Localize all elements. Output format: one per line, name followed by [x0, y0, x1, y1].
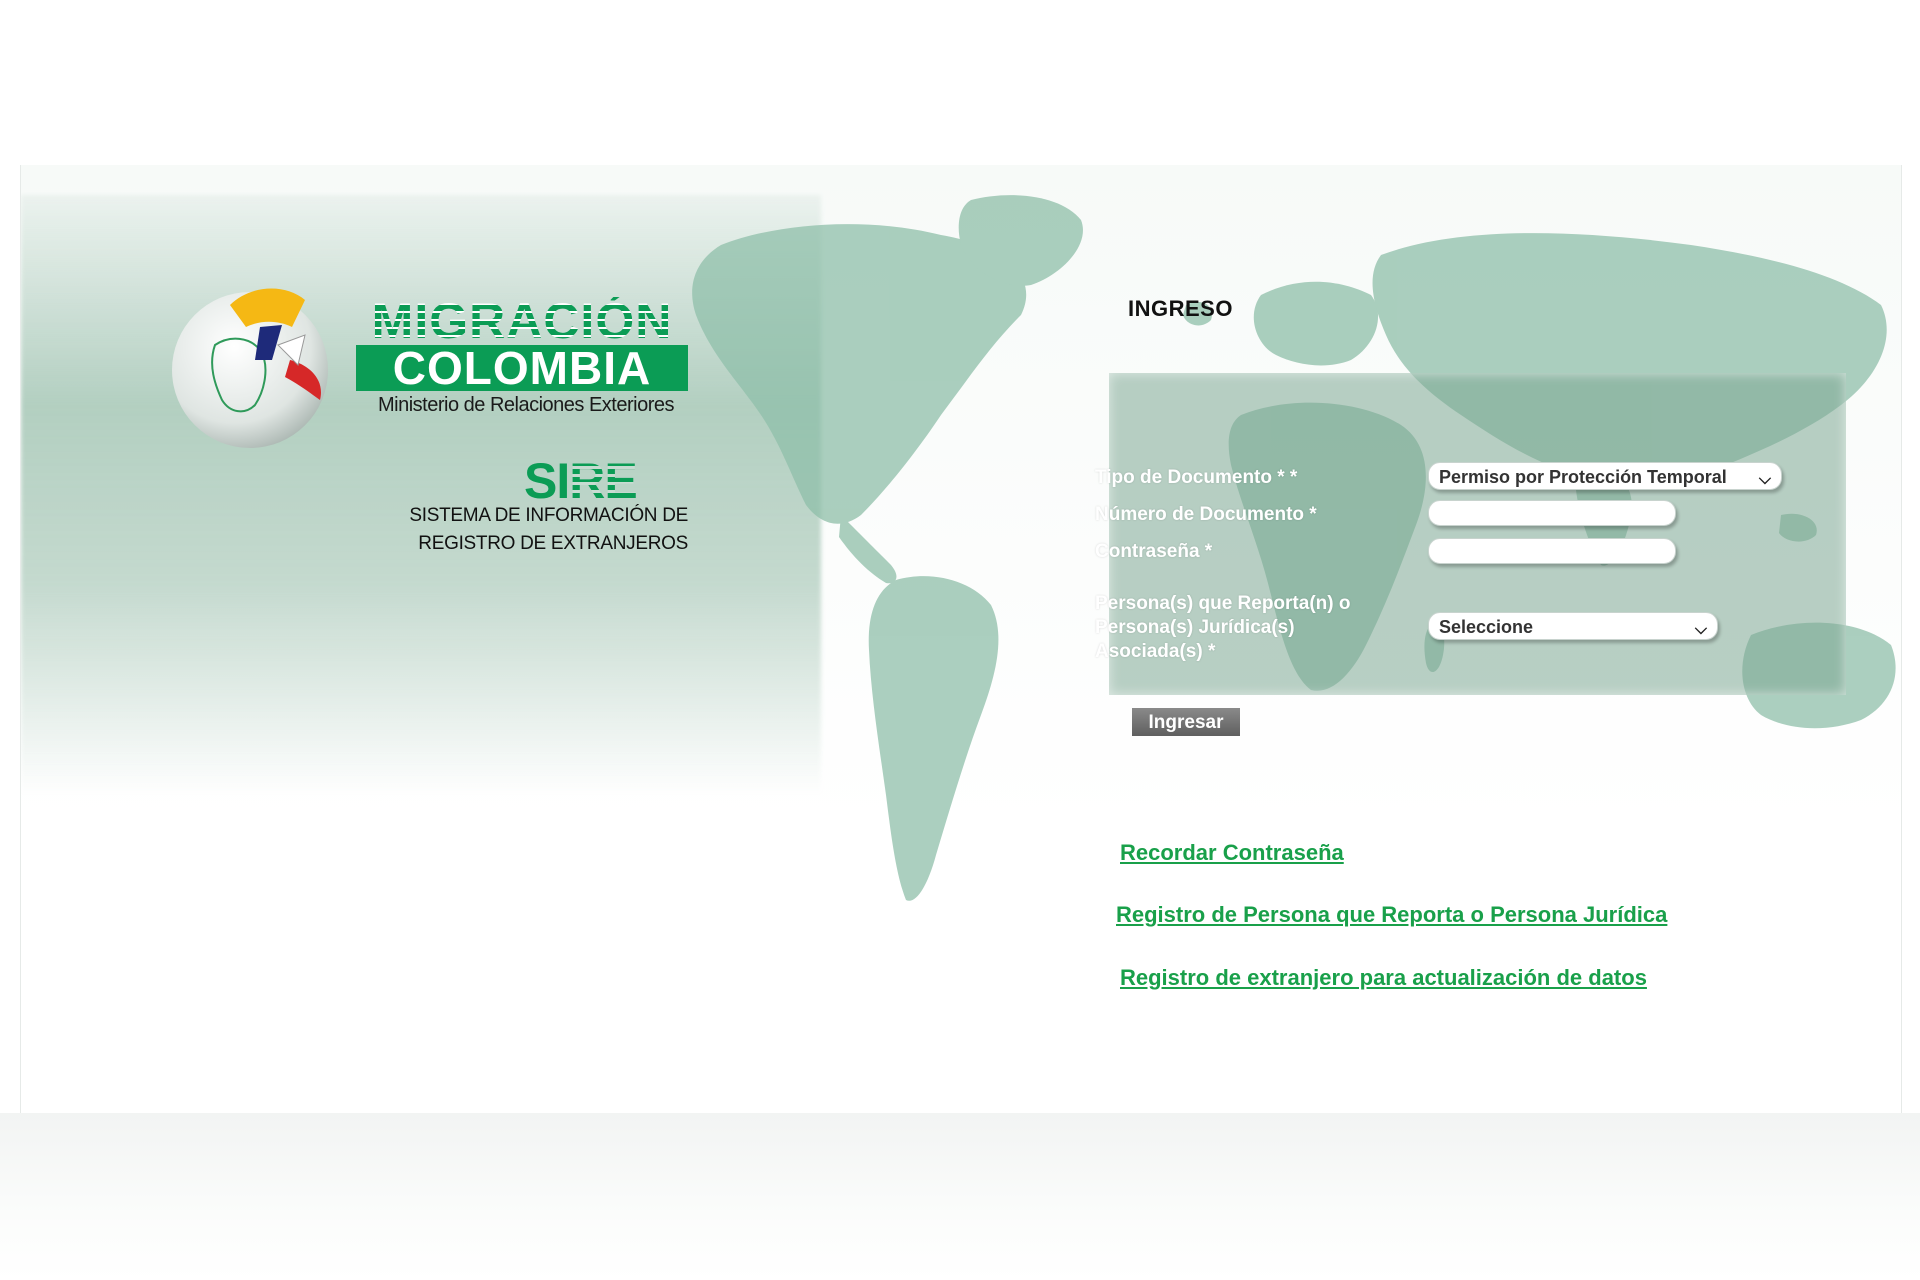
chevron-down-icon: ⌵ [1758, 471, 1771, 488]
sire-subtitle-line-1: SISTEMA DE INFORMACIÓN DE [409, 505, 688, 526]
password-label: Contraseña * [1095, 541, 1213, 562]
password-input[interactable] [1428, 538, 1676, 564]
reporting-person-label: Persona(s) que Reporta(n) o Persona(s) J… [1095, 593, 1351, 662]
sire-logo: SIRE [524, 456, 638, 506]
chevron-down-icon: ⌵ [1694, 621, 1707, 638]
document-type-value: Permiso por Protección Temporal [1439, 467, 1727, 487]
sire-logo-part-2: RE [569, 453, 637, 509]
register-reporting-person-link[interactable]: Registro de Persona que Reporta o Person… [1116, 902, 1667, 928]
login-submit-button[interactable]: Ingresar [1132, 708, 1240, 736]
forgot-password-link[interactable]: Recordar Contraseña [1120, 840, 1344, 866]
bottom-shade [0, 1113, 1920, 1280]
document-number-input[interactable] [1428, 500, 1676, 526]
colombia-globe-logo [172, 288, 328, 448]
document-number-label: Número de Documento * [1095, 504, 1317, 525]
document-type-select[interactable]: Permiso por Protección Temporal ⌵ [1428, 462, 1782, 490]
login-title: INGRESO [1128, 296, 1233, 321]
sire-logo-part-1: SI [524, 453, 570, 509]
ministry-name: Ministerio de Relaciones Exteriores [378, 394, 674, 416]
brand-line-1: MIGRACIÓN [356, 296, 688, 346]
register-foreigner-link[interactable]: Registro de extranjero para actualizació… [1120, 965, 1647, 991]
reporting-person-value: Seleccione [1439, 617, 1534, 637]
brand-line-2: COLOMBIA [356, 345, 688, 391]
document-type-label: Tipo de Documento * * [1095, 467, 1298, 488]
sire-subtitle-line-2: REGISTRO DE EXTRANJEROS [418, 533, 688, 554]
reporting-person-select[interactable]: Seleccione ⌵ [1428, 612, 1718, 640]
